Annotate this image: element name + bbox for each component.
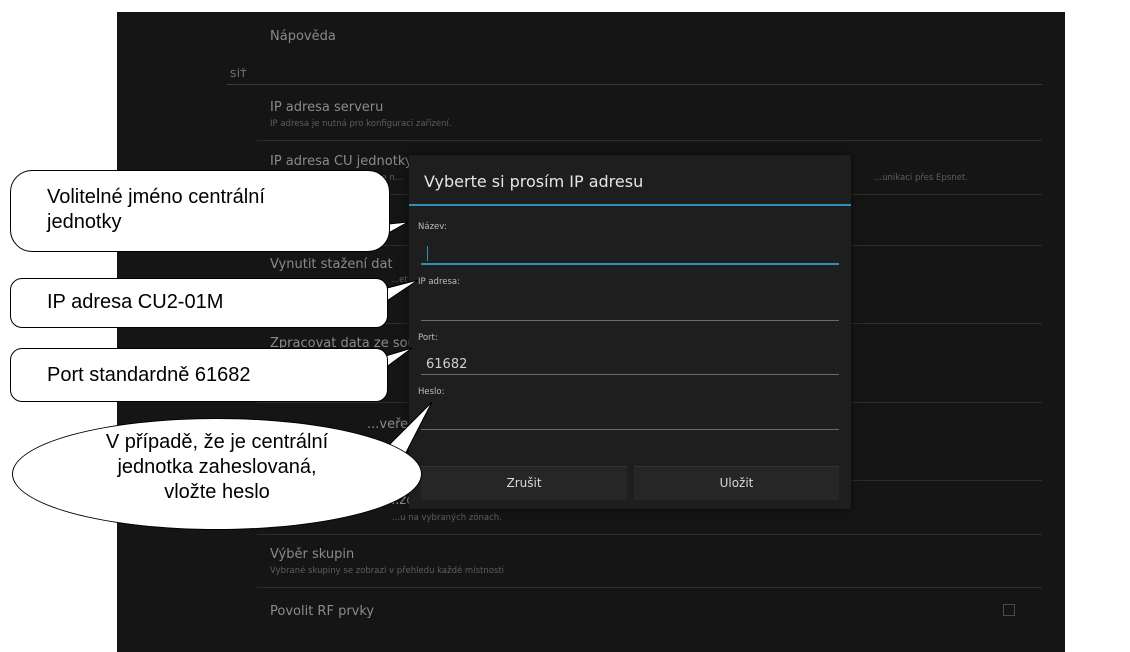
name-field[interactable] [421, 246, 839, 265]
bg-item-server-ip-title[interactable]: IP adresa serveru [270, 100, 383, 115]
callout-ip-text: IP adresa CU2-01M [47, 291, 224, 313]
cancel-button[interactable]: Zrušit [421, 466, 627, 500]
callout-name-line1: Volitelné jméno centrální [47, 186, 265, 208]
port-field[interactable]: 61682 [421, 357, 839, 375]
bg-item-rf-title[interactable]: Povolit RF prvky [270, 604, 374, 619]
dialog-title-divider [409, 204, 851, 206]
callout-password-line2: jednotka zaheslovaná, [117, 456, 317, 478]
bg-item-help[interactable]: Nápověda [270, 29, 336, 44]
divider [257, 140, 1042, 141]
callout-password-line3: vložte heslo [164, 481, 270, 503]
callout-name: Volitelné jméno centrální jednotky [10, 170, 390, 252]
password-label: Heslo: [418, 387, 445, 397]
port-label: Port: [418, 333, 438, 343]
bg-item-cu-ip-title[interactable]: IP adresa CU jednotky [270, 154, 413, 169]
bg-item-server-ip-sub: IP adresa je nutná pro konfiguraci zaříz… [270, 119, 452, 129]
bg-item-groups-title[interactable]: Výběr skupin [270, 547, 354, 562]
bg-item-zones-sub: ...u na vybraných zónach. [392, 513, 502, 523]
bg-item-force-download-title[interactable]: Vynutit stažení dat [270, 257, 393, 272]
ip-label: IP adresa: [418, 277, 460, 287]
callout-port: Port standardně 61682 [10, 348, 388, 402]
section-header-network: SÍŤ [230, 69, 247, 80]
name-label: Název: [418, 222, 447, 232]
ip-address-dialog: Vyberte si prosím IP adresu Název: IP ad… [409, 155, 851, 509]
password-field[interactable] [421, 413, 839, 430]
callout-ip: IP adresa CU2-01M [10, 278, 388, 328]
text-cursor [427, 246, 428, 261]
section-divider [227, 84, 1042, 85]
callout-password-line1: V případě, že je centrální [105, 431, 329, 453]
callout-password: V případě, že je centrální jednotka zahe… [12, 418, 422, 530]
rf-checkbox[interactable] [1003, 604, 1015, 616]
bg-item-cu-ip-sub-right: ...unikaci přes Epsnet. [874, 173, 968, 183]
divider [257, 534, 1042, 535]
callout-port-text: Port standardně 61682 [47, 364, 251, 386]
callout-name-line2: jednotky [47, 211, 122, 233]
ip-field[interactable] [421, 304, 839, 321]
dialog-title: Vyberte si prosím IP adresu [424, 172, 644, 191]
port-value: 61682 [426, 357, 468, 372]
bg-item-groups-sub: Vybrané skupiny se zobrazí v přehledu ka… [270, 566, 505, 576]
save-button[interactable]: Uložit [634, 466, 839, 500]
divider [257, 587, 1042, 588]
